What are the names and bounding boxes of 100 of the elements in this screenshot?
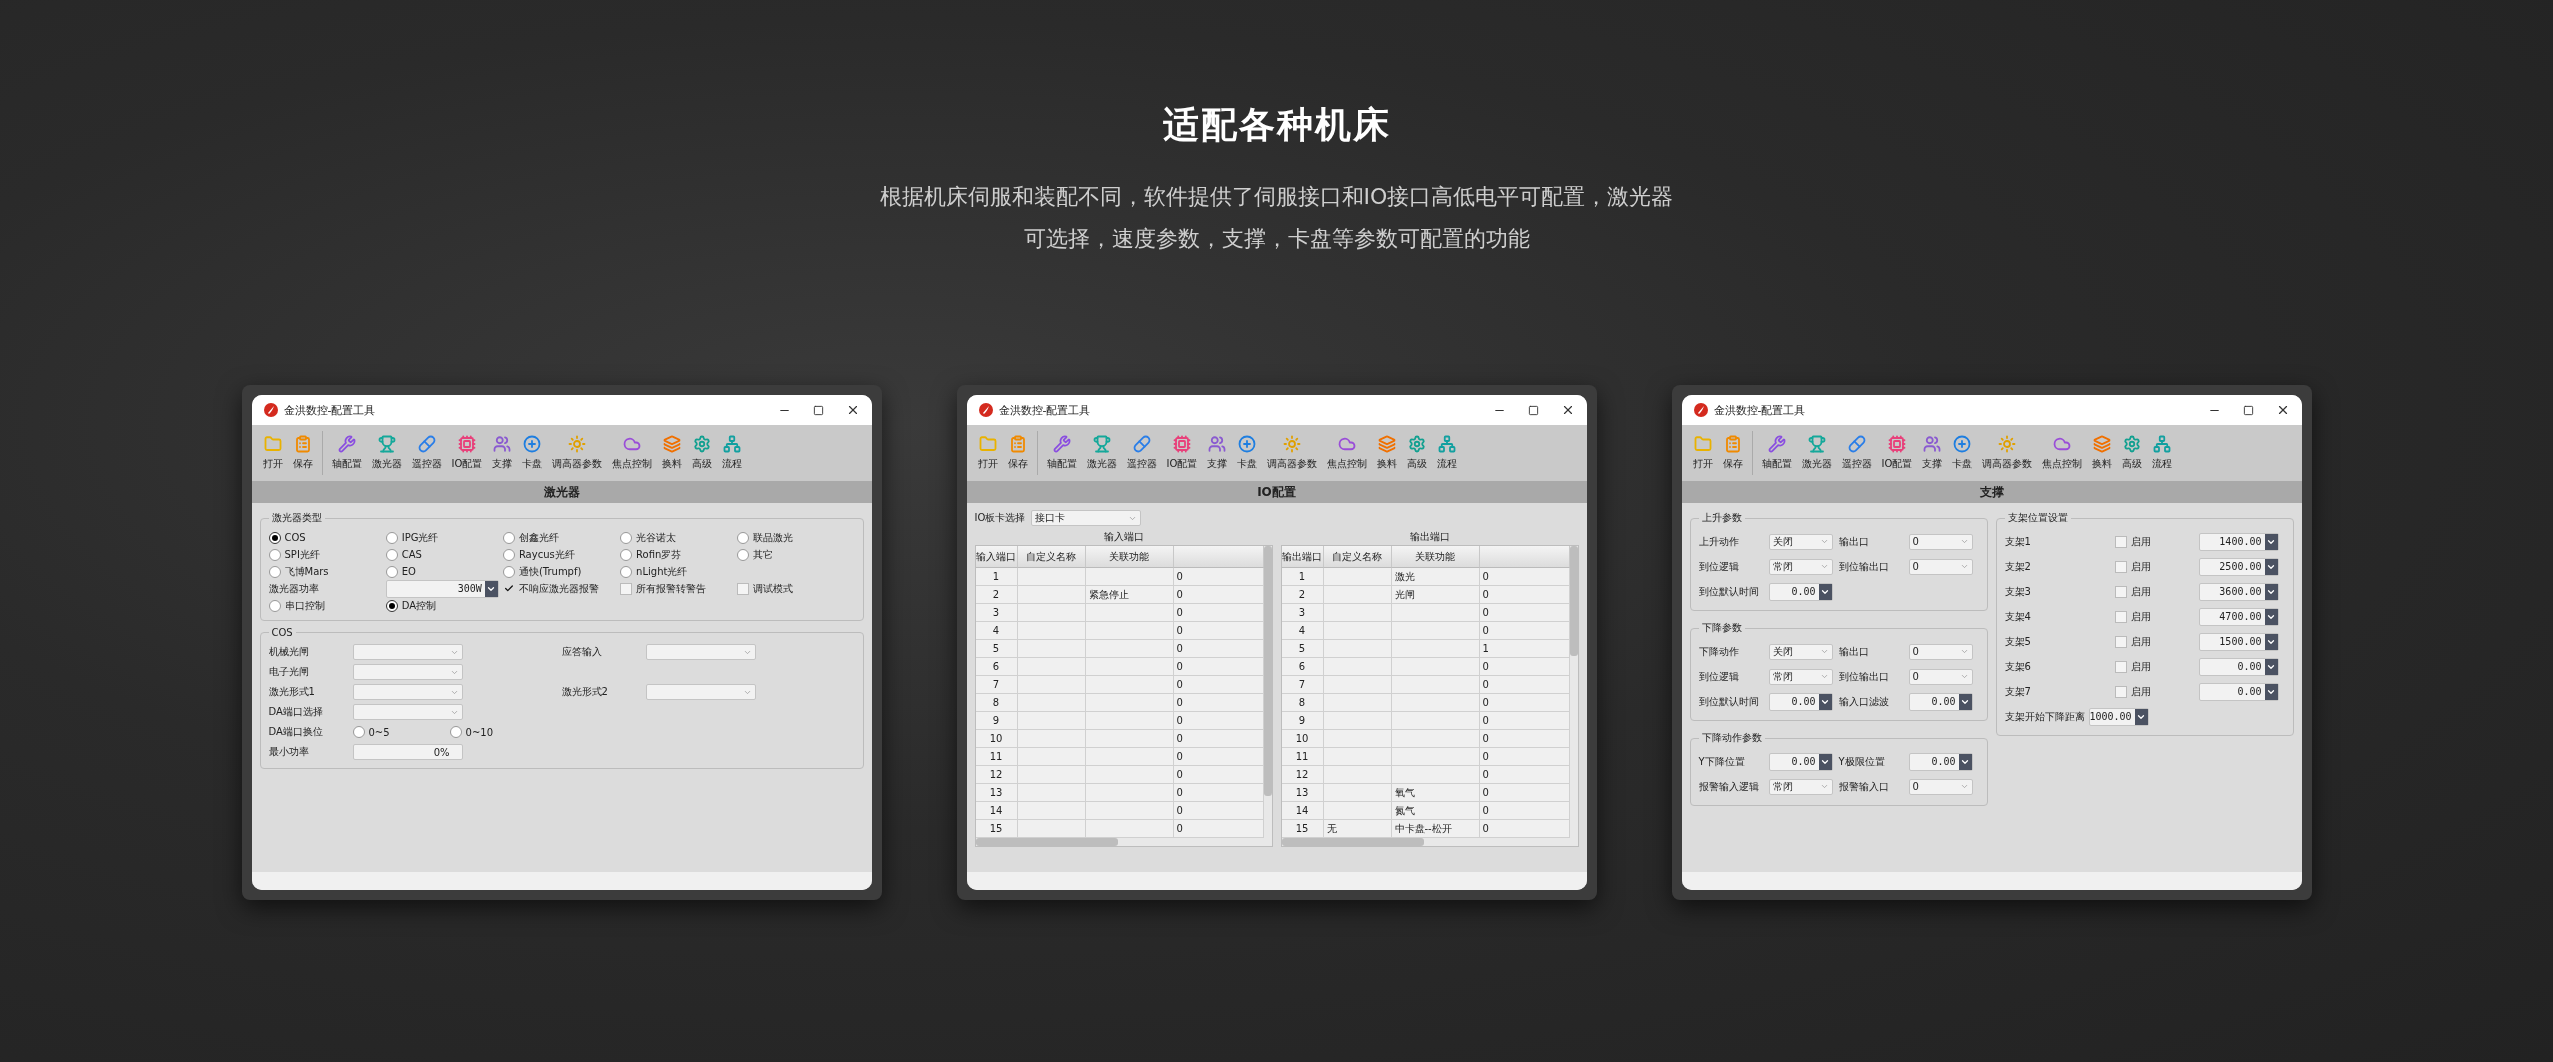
dropdown[interactable]: 0 [1908, 643, 1973, 660]
input-field[interactable]: 0% [352, 744, 463, 760]
radio-option[interactable]: IPG光纤 [385, 530, 439, 545]
radio-option[interactable]: 创鑫光纤 [502, 530, 559, 545]
checkbox-option[interactable]: 启用 [2114, 659, 2151, 674]
number-field[interactable]: 4700.00 [2198, 607, 2279, 626]
toolbar-button[interactable]: 高级 [2117, 432, 2148, 474]
checkbox-option[interactable]: 启用 [2114, 559, 2151, 574]
maximize-icon[interactable] [1527, 404, 1539, 416]
maximize-icon[interactable] [812, 404, 824, 416]
toolbar-button[interactable]: 焦点控制 [607, 432, 658, 474]
number-field[interactable]: 0.00 [1768, 692, 1833, 711]
toolbar-button[interactable]: 换料 [2087, 432, 2118, 474]
toolbar-button[interactable]: 焦点控制 [1322, 432, 1373, 474]
toolbar-button[interactable]: 遥控器 [1836, 432, 1877, 474]
toolbar-button[interactable]: IO配置 [446, 432, 488, 474]
checkbox-option[interactable]: 所有报警转警告 [620, 581, 707, 596]
toolbar-button[interactable]: 支撑 [487, 432, 518, 474]
toolbar-button[interactable]: 换料 [657, 432, 688, 474]
toolbar-button[interactable]: 调高器参数 [1262, 432, 1323, 474]
radio-option[interactable]: COS [268, 531, 306, 544]
toolbar-button[interactable]: 轴配置 [1756, 432, 1797, 474]
number-field[interactable]: 0.00 [1908, 752, 1973, 771]
column-header[interactable]: 输入端口 [975, 546, 1018, 568]
number-field[interactable]: 1500.00 [2198, 632, 2279, 651]
column-header[interactable]: 关联功能 [1391, 546, 1480, 568]
number-field[interactable]: 1000.00 [2088, 707, 2149, 726]
radio-option[interactable]: 飞博Mars [268, 564, 329, 579]
radio-option[interactable]: 光谷诺太 [620, 530, 677, 545]
checkbox-option[interactable]: 启用 [2114, 609, 2151, 624]
number-field[interactable]: 0.00 [2198, 682, 2279, 701]
toolbar-button[interactable]: 轴配置 [1041, 432, 1082, 474]
toolbar-button[interactable]: 轴配置 [326, 432, 367, 474]
dropdown[interactable]: 关闭 [1768, 643, 1833, 660]
scrollbar[interactable] [1281, 838, 1578, 846]
number-field[interactable]: 0.00 [1768, 582, 1833, 601]
toolbar-button[interactable]: 流程 [1432, 432, 1463, 474]
toolbar-button[interactable]: 流程 [717, 432, 748, 474]
toolbar-button[interactable]: 高级 [1402, 432, 1433, 474]
toolbar-button[interactable]: 调高器参数 [547, 432, 608, 474]
radio-option[interactable]: 0~10 [449, 726, 494, 738]
number-field[interactable]: 300W [385, 579, 499, 598]
checkbox-option[interactable]: 启用 [2114, 584, 2151, 599]
dropdown[interactable] [352, 664, 463, 680]
radio-option[interactable]: 联品激光 [737, 530, 794, 545]
toolbar-button[interactable]: 激光器 [366, 432, 407, 474]
toolbar-button[interactable]: 卡盘 [517, 432, 548, 474]
toolbar-button[interactable]: 调高器参数 [1977, 432, 2038, 474]
scrollbar[interactable] [975, 838, 1272, 846]
toolbar-button[interactable]: IO配置 [1161, 432, 1203, 474]
checkbox-option[interactable]: 不响应激光器报警 [502, 581, 599, 596]
number-field[interactable]: 3600.00 [2198, 582, 2279, 601]
number-field[interactable]: 1400.00 [2198, 532, 2279, 551]
toolbar-button[interactable]: 遥控器 [406, 432, 447, 474]
dropdown[interactable] [645, 684, 756, 700]
checkbox-option[interactable]: 启用 [2114, 684, 2151, 699]
toolbar-button[interactable]: 打开 [257, 432, 288, 474]
toolbar-button[interactable]: 激光器 [1796, 432, 1837, 474]
number-field[interactable]: 0.00 [1768, 752, 1833, 771]
toolbar-button[interactable]: 支撑 [1202, 432, 1233, 474]
column-header[interactable] [1479, 546, 1570, 568]
dropdown[interactable] [645, 644, 756, 660]
radio-option[interactable]: Raycus光纤 [502, 547, 575, 562]
column-header[interactable] [1173, 546, 1264, 568]
dropdown[interactable]: 关闭 [1768, 533, 1833, 550]
maximize-icon[interactable] [2242, 404, 2254, 416]
dropdown[interactable]: 0 [1908, 668, 1973, 685]
checkbox-option[interactable]: 启用 [2114, 634, 2151, 649]
radio-option[interactable]: 0~5 [352, 726, 390, 738]
dropdown[interactable]: 0 [1908, 558, 1973, 575]
toolbar-button[interactable]: 打开 [1687, 432, 1718, 474]
toolbar-button[interactable]: 保存 [1717, 432, 1748, 474]
toolbar-button[interactable]: 保存 [1002, 432, 1033, 474]
radio-option[interactable]: 通快(Trumpf) [502, 564, 582, 579]
number-field[interactable]: 2500.00 [2198, 557, 2279, 576]
radio-option[interactable]: EO [385, 565, 416, 578]
column-header[interactable]: 自定义名称 [1323, 546, 1392, 568]
toolbar-button[interactable]: 遥控器 [1121, 432, 1162, 474]
toolbar-button[interactable]: IO配置 [1876, 432, 1918, 474]
column-header[interactable]: 关联功能 [1085, 546, 1174, 568]
radio-option[interactable]: CAS [385, 548, 422, 561]
toolbar-button[interactable]: 高级 [687, 432, 718, 474]
toolbar-button[interactable]: 支撑 [1917, 432, 1948, 474]
radio-option[interactable]: SPI光纤 [268, 547, 320, 562]
dropdown[interactable] [352, 704, 463, 720]
dropdown[interactable]: 0 [1908, 778, 1973, 795]
toolbar-button[interactable]: 保存 [287, 432, 318, 474]
dropdown[interactable] [352, 684, 463, 700]
number-field[interactable]: 0.00 [2198, 657, 2279, 676]
toolbar-button[interactable]: 焦点控制 [2037, 432, 2088, 474]
radio-option[interactable]: nLight光纤 [620, 564, 688, 579]
radio-option[interactable]: 串口控制 [268, 598, 325, 613]
dropdown[interactable]: 0 [1908, 533, 1973, 550]
toolbar-button[interactable]: 打开 [972, 432, 1003, 474]
toolbar-button[interactable]: 卡盘 [1947, 432, 1978, 474]
number-field[interactable]: 0.00 [1908, 692, 1973, 711]
dropdown[interactable]: 常闭 [1768, 558, 1833, 575]
checkbox-option[interactable]: 调试模式 [737, 581, 794, 596]
dropdown[interactable]: 常闭 [1768, 778, 1833, 795]
column-header[interactable]: 自定义名称 [1017, 546, 1086, 568]
